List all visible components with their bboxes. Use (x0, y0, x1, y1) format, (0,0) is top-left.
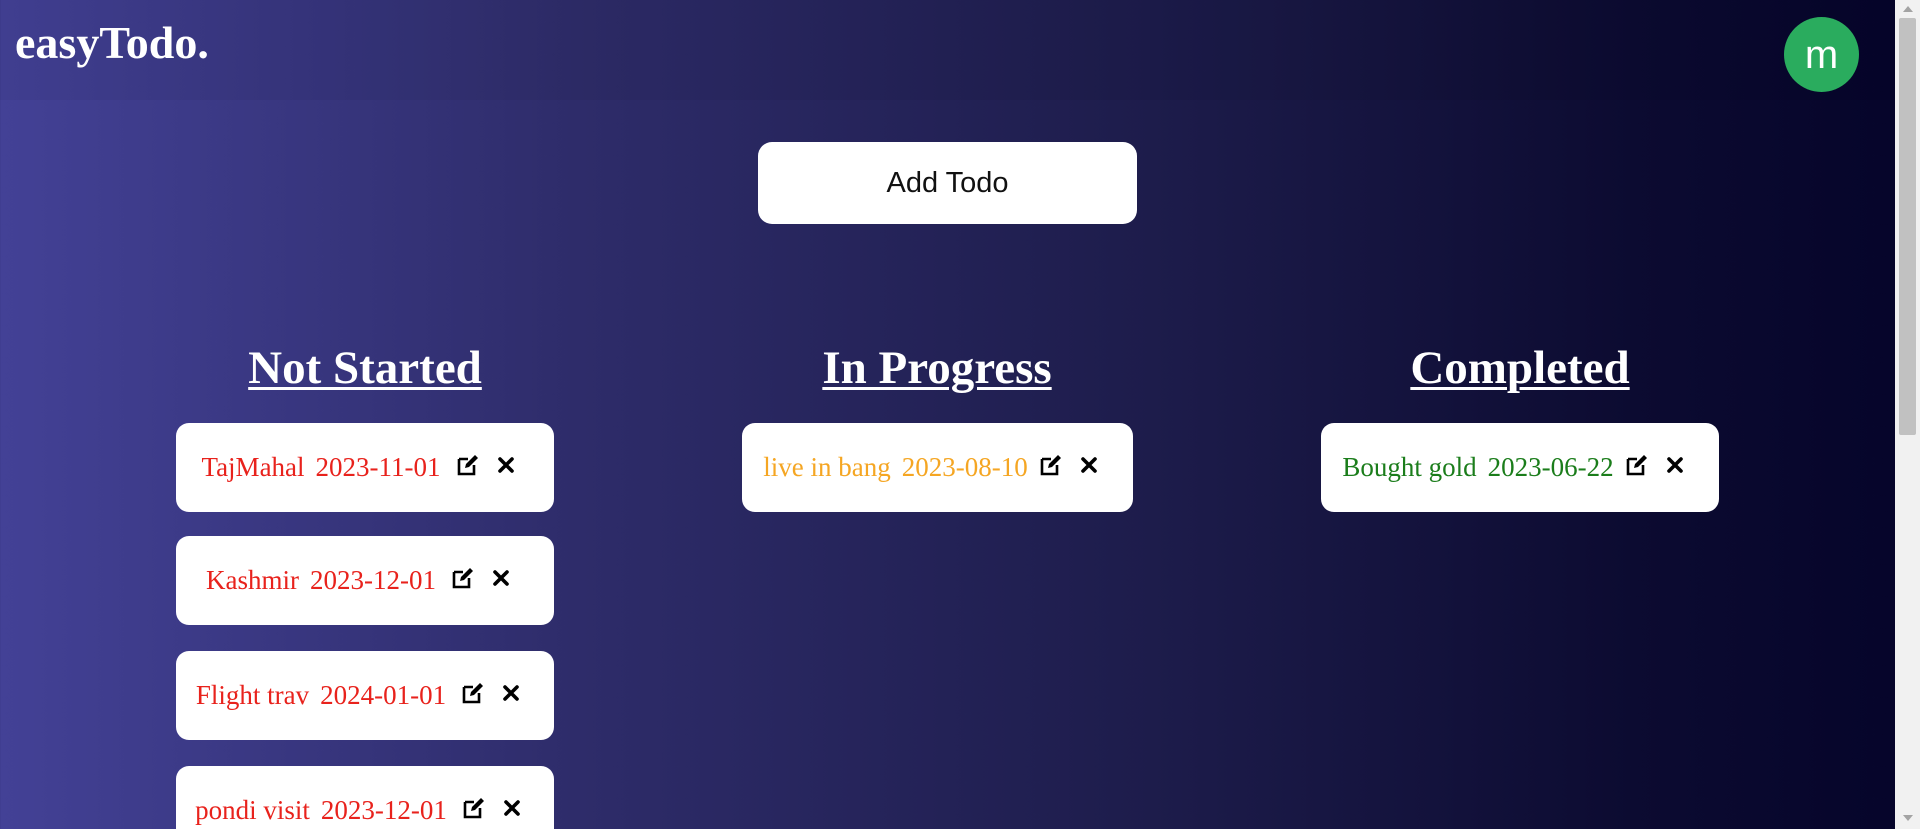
user-avatar[interactable]: m (1784, 17, 1859, 92)
edit-icon[interactable] (450, 565, 476, 591)
todo-card: Bought gold 2023-06-22 (1321, 423, 1719, 512)
todo-name: Bought gold (1342, 452, 1477, 482)
close-icon[interactable] (1662, 452, 1688, 478)
todo-name: TajMahal (201, 452, 305, 482)
todo-date: 2024-01-01 (320, 680, 447, 710)
todo-name: Flight trav (195, 680, 310, 710)
close-icon[interactable] (499, 795, 525, 821)
scroll-up-arrow-icon[interactable] (1903, 6, 1913, 12)
app-root: easyTodo. m Add Todo Not Started TajMaha… (0, 0, 1895, 829)
column-title: Completed (1410, 342, 1630, 394)
todo-date: 2023-06-22 (1487, 452, 1614, 482)
todo-card: TajMahal 2023-11-01 (176, 423, 554, 512)
close-icon[interactable] (493, 452, 519, 478)
todo-date: 2023-11-01 (315, 452, 441, 482)
todo-name: live in bang (763, 452, 891, 482)
todo-date: 2023-12-01 (310, 565, 436, 595)
todo-date: 2023-12-01 (320, 795, 447, 825)
edit-icon[interactable] (460, 680, 486, 706)
todo-name: pondi visit (195, 795, 310, 825)
close-icon[interactable] (498, 680, 524, 706)
todo-card: pondi visit 2023-12-01 (176, 766, 554, 829)
todo-card: live in bang 2023-08-10 (742, 423, 1133, 512)
scrollbar-thumb[interactable] (1899, 18, 1916, 435)
brand-logo[interactable]: easyTodo. (15, 20, 209, 66)
add-todo-button[interactable]: Add Todo (758, 142, 1137, 224)
edit-icon[interactable] (1624, 452, 1650, 478)
scroll-down-arrow-icon[interactable] (1903, 815, 1913, 821)
todo-card: Flight trav 2024-01-01 (176, 651, 554, 740)
edit-icon[interactable] (461, 795, 487, 821)
header: easyTodo. m (0, 0, 1895, 100)
column-title: In Progress (822, 342, 1052, 394)
close-icon[interactable] (1076, 452, 1102, 478)
todo-date: 2023-08-10 (901, 452, 1028, 482)
close-icon[interactable] (488, 565, 514, 591)
edit-icon[interactable] (455, 452, 481, 478)
edit-icon[interactable] (1038, 452, 1064, 478)
column-title: Not Started (248, 342, 482, 394)
todo-card: Kashmir 2023-12-01 (176, 536, 554, 625)
todo-name: Kashmir (206, 565, 299, 595)
vertical-scrollbar[interactable] (1895, 0, 1920, 829)
